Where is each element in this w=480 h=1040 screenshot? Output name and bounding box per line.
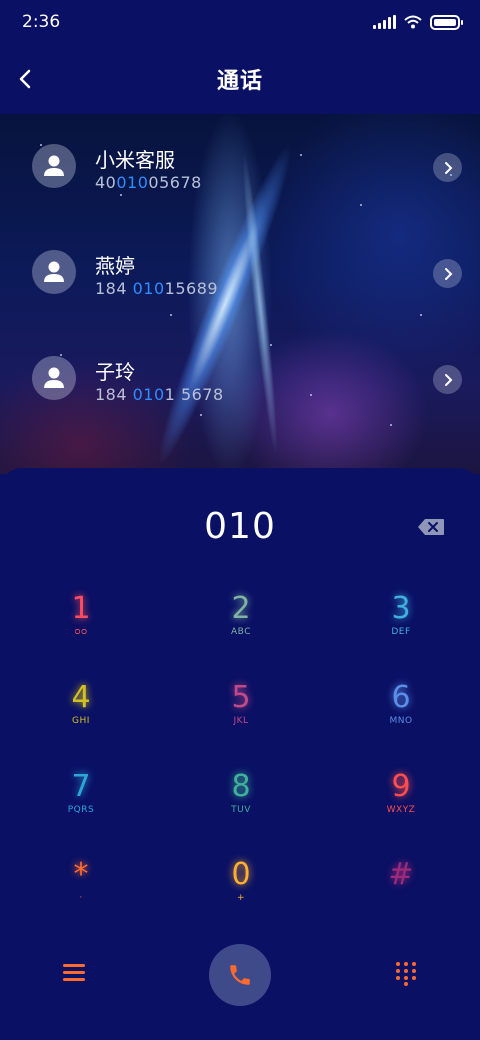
dial-key-digit: 2: [231, 591, 251, 626]
person-icon: [44, 261, 64, 282]
dial-key-letters: GHI: [72, 716, 90, 726]
dial-key-3[interactable]: 3 DEF: [341, 576, 461, 656]
dialer-panel: 010 1 ᴑᴑ 2 ABC 3 DEF 4 GHI 5 JKL 6 MNO 7 PQRS 8 TUV 9 WXY…: [0, 468, 480, 1040]
dial-key-digit: #: [388, 857, 414, 892]
avatar: [32, 144, 76, 188]
signal-icon: [373, 15, 396, 29]
person-icon: [44, 367, 64, 388]
dial-key-digit: 9: [391, 769, 411, 804]
contact-detail-button[interactable]: [433, 259, 462, 288]
contact-number: 184 01015689: [95, 279, 219, 298]
dial-key-letters: ABC: [231, 627, 251, 637]
dial-key-8[interactable]: 8 TUV: [181, 754, 301, 834]
dial-key-letters: MNO: [389, 716, 413, 726]
chevron-right-icon: [444, 161, 452, 174]
contact-row[interactable]: 小米客服 4001005678: [0, 114, 480, 204]
wifi-icon: [404, 15, 422, 29]
dial-key-letters: JKL: [233, 716, 249, 726]
dial-key-letters: ᴑᴑ: [74, 627, 88, 637]
status-bar: 2:36: [0, 0, 480, 44]
menu-icon[interactable]: [63, 964, 85, 982]
dial-key-digit: 4: [71, 680, 91, 715]
contact-name: 小米客服: [95, 148, 175, 172]
dial-key-digit: 1: [71, 591, 91, 626]
dial-key-letters: +: [236, 893, 246, 903]
contact-number: 4001005678: [95, 173, 202, 192]
dial-key-0[interactable]: 0 +: [181, 842, 301, 922]
dial-key-letters: DEF: [391, 627, 411, 637]
dial-key-letters: PQRS: [67, 805, 95, 815]
dial-key-star[interactable]: * ·: [21, 842, 141, 922]
keypad-icon[interactable]: [396, 962, 416, 986]
status-time: 2:36: [22, 12, 61, 32]
dial-key-digit: 8: [231, 769, 251, 804]
dial-key-5[interactable]: 5 JKL: [181, 665, 301, 745]
call-button[interactable]: [209, 944, 271, 1006]
contact-row[interactable]: 燕婷 184 01015689: [0, 220, 480, 310]
dial-key-digit: 5: [231, 680, 251, 715]
avatar: [32, 356, 76, 400]
dial-key-7[interactable]: 7 PQRS: [21, 754, 141, 834]
dial-key-letters: TUV: [231, 805, 251, 815]
battery-icon: [430, 14, 463, 30]
dial-key-1[interactable]: 1 ᴑᴑ: [21, 576, 141, 656]
dial-key-2[interactable]: 2 ABC: [181, 576, 301, 656]
dial-key-digit: 3: [391, 591, 411, 626]
dial-key-9[interactable]: 9 WXYZ: [341, 754, 461, 834]
dial-key-digit: 7: [71, 769, 91, 804]
contact-suggestions-list: 小米客服 4001005678 燕婷 184 01015689 子玲 184 0…: [0, 114, 480, 474]
dial-key-6[interactable]: 6 MNO: [341, 665, 461, 745]
dialed-number[interactable]: 010: [0, 506, 480, 547]
avatar: [32, 250, 76, 294]
dial-key-hash[interactable]: #: [341, 842, 461, 922]
contact-detail-button[interactable]: [433, 365, 462, 394]
contact-detail-button[interactable]: [433, 153, 462, 182]
dial-key-digit: *: [73, 857, 89, 892]
dial-key-letters: WXYZ: [386, 805, 416, 815]
backspace-icon[interactable]: [417, 518, 445, 536]
contact-row[interactable]: 子玲 184 0101 5678: [0, 326, 480, 416]
page-title: 通话: [216, 69, 263, 94]
status-icons: [373, 14, 463, 30]
chevron-right-icon: [444, 373, 452, 386]
chevron-right-icon: [444, 267, 452, 280]
person-icon: [44, 155, 64, 176]
contact-name: 子玲: [95, 360, 135, 384]
contact-number: 184 0101 5678: [95, 385, 224, 404]
dial-key-letters: ·: [79, 893, 83, 903]
phone-icon: [230, 965, 250, 985]
header: 通话: [0, 44, 480, 114]
dial-key-digit: 6: [391, 680, 411, 715]
dial-key-4[interactable]: 4 GHI: [21, 665, 141, 745]
dial-key-digit: 0: [231, 857, 251, 892]
contact-name: 燕婷: [95, 254, 135, 278]
back-icon[interactable]: [12, 64, 42, 94]
